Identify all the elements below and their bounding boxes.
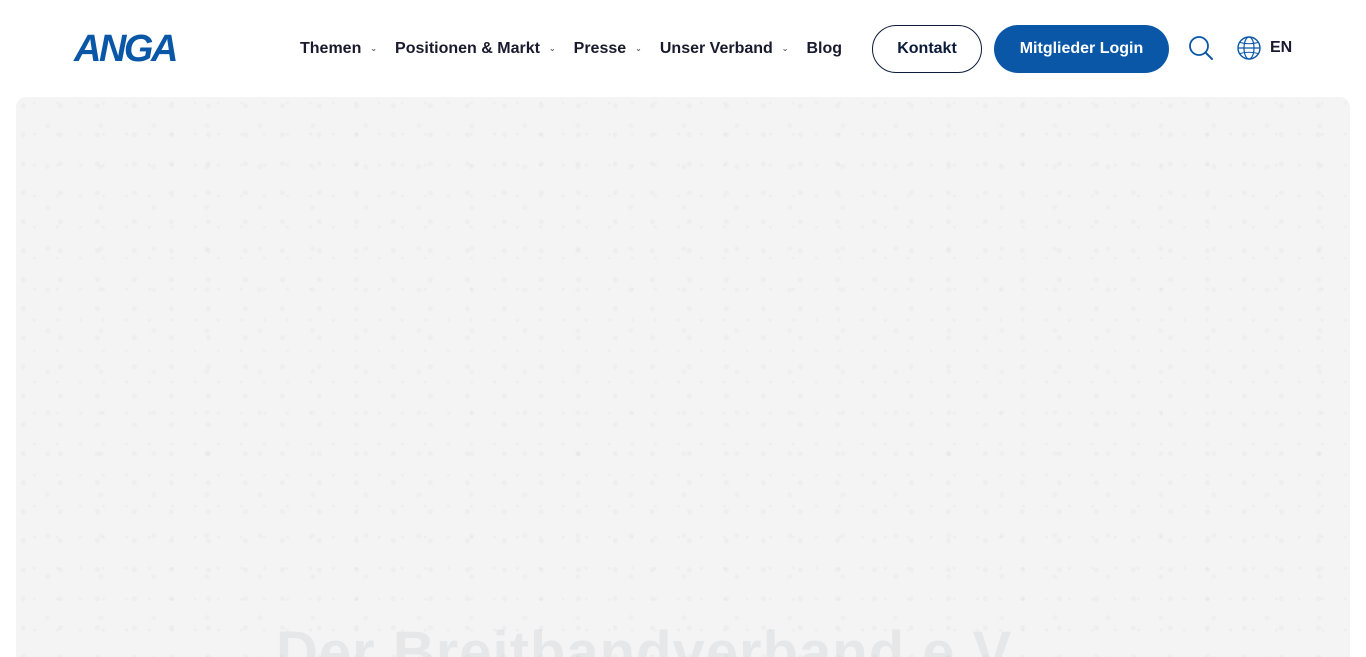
chevron-down-icon: ⌄ <box>370 43 378 53</box>
nav-item-label: Blog <box>806 40 843 57</box>
anga-logo[interactable]: ANGA <box>74 30 178 68</box>
nav-item-label: Themen <box>300 40 362 57</box>
globe-icon <box>1237 36 1261 60</box>
nav-item-label: Presse <box>573 40 627 57</box>
chevron-down-icon: ⌄ <box>548 43 556 53</box>
nav-item-blog[interactable]: Blog <box>807 40 843 58</box>
contact-button[interactable]: Kontakt <box>872 25 982 73</box>
hero-section: Der Breitbandverband e.V. <box>16 97 1350 657</box>
nav-item-positionen-markt[interactable]: Positionen & Markt ⌄ <box>395 40 556 58</box>
nav-item-themen[interactable]: Themen ⌄ <box>300 40 377 58</box>
chevron-down-icon: ⌄ <box>781 43 789 53</box>
nav-item-label: Unser Verband <box>659 40 773 57</box>
nav-item-unser-verband[interactable]: Unser Verband ⌄ <box>660 40 789 58</box>
nav-item-label: Positionen & Markt <box>395 40 540 57</box>
chevron-down-icon: ⌄ <box>635 43 642 53</box>
language-switcher[interactable]: EN <box>1236 33 1292 63</box>
site-header: ANGA Themen ⌄ Positionen & Markt ⌄ Press… <box>0 0 1366 97</box>
main-nav: Themen ⌄ Positionen & Markt ⌄ Presse ⌄ U… <box>300 25 860 73</box>
hero-title: Der Breitbandverband e.V. <box>276 620 1025 657</box>
hero-background-texture <box>16 97 1350 657</box>
member-login-button[interactable]: Mitglieder Login <box>994 25 1169 73</box>
language-label: EN <box>1270 39 1293 56</box>
search-icon[interactable] <box>1187 34 1215 62</box>
nav-item-presse[interactable]: Presse ⌄ <box>574 40 642 58</box>
